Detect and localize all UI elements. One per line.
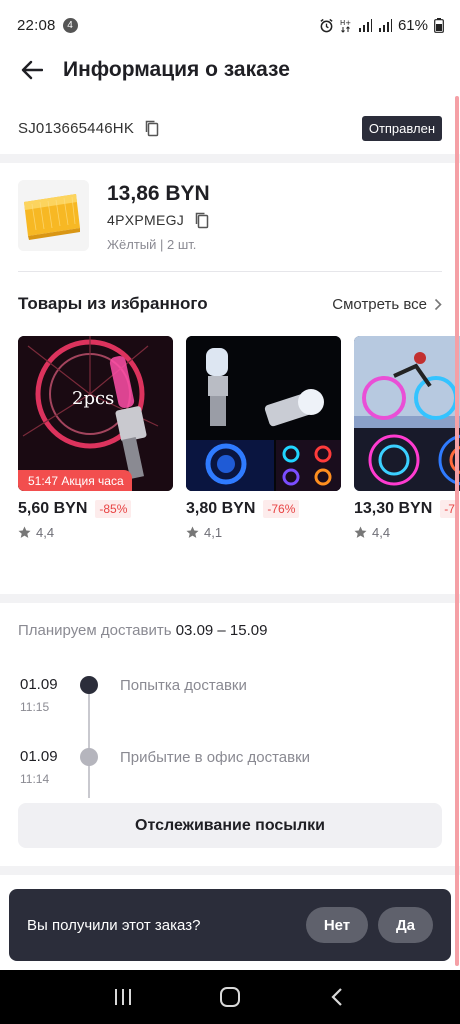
home-button[interactable]	[210, 977, 250, 1017]
product-thumbnail	[18, 180, 89, 251]
led-valve-cap-image	[186, 336, 341, 491]
star-icon	[354, 526, 367, 538]
arrow-left-icon	[21, 60, 43, 80]
card-price: 3,80 BYN	[186, 500, 256, 517]
star-icon	[18, 526, 31, 538]
card-price: 13,30 BYN	[354, 500, 433, 517]
signal-icon	[358, 18, 372, 32]
event-dot-active	[80, 676, 98, 694]
timeline-event: 01.09 11:15 Попытка доставки	[18, 670, 442, 714]
event-text: Прибытие в офис доставки	[120, 749, 311, 766]
event-date: 01.09	[20, 676, 58, 693]
delivery-estimate-dates: 03.09 – 15.09	[175, 622, 268, 639]
received-question: Вы получили этот заказ?	[27, 916, 201, 934]
back-button[interactable]	[18, 56, 46, 84]
product-image	[186, 336, 341, 491]
favorite-card[interactable]: 13,30 BYN -7 4,4	[354, 336, 460, 540]
card-price-row: 13,30 BYN -7	[354, 500, 460, 518]
star-icon	[186, 526, 199, 538]
spoke-light-image	[354, 336, 460, 491]
card-price-row: 3,80 BYN -76%	[186, 500, 341, 518]
top-bar: Информация о заказе	[0, 44, 460, 96]
order-received-prompt: Вы получили этот заказ? Нет Да	[9, 889, 451, 961]
recent-apps-icon	[115, 989, 132, 1005]
no-button[interactable]: Нет	[306, 907, 368, 943]
copy-icon[interactable]	[193, 211, 211, 229]
valve-light-image: 2pcs	[18, 336, 173, 491]
product-sku-row: 4PXPMEGJ	[107, 211, 211, 229]
alarm-icon	[320, 18, 333, 32]
order-number-row: SJ013665446HK Отправлен	[18, 112, 442, 144]
delivery-estimate: Планируем доставить 03.09 – 15.09	[18, 622, 267, 639]
deal-timer-tag: 51:47 Акция часа	[18, 470, 132, 491]
reflective-tape-image	[18, 180, 89, 251]
card-price: 5,60 BYN	[18, 500, 88, 517]
battery-percent: 61%	[397, 16, 428, 34]
discount-badge: -85%	[95, 500, 132, 518]
event-time: 11:14	[20, 772, 50, 786]
tracking-number: SJ013665446HK	[18, 119, 135, 137]
product-price: 13,86 BYN	[107, 182, 210, 205]
favorites-title: Товары из избранного	[18, 294, 208, 313]
ordered-product[interactable]: 13,86 BYN 4PXPMEGJ Жёлтый | 2 шт.	[18, 180, 442, 272]
recent-apps-button[interactable]	[103, 977, 143, 1017]
rating-value: 4,1	[204, 525, 223, 540]
event-date: 01.09	[20, 748, 58, 765]
status-icons: H+ 61%	[319, 17, 444, 34]
order-status-badge: Отправлен	[361, 115, 442, 141]
nav-back-button[interactable]	[317, 977, 357, 1017]
event-text: Попытка доставки	[120, 677, 247, 694]
timeline-event: 01.09 11:14 Прибытие в офис доставки	[18, 742, 442, 786]
favorite-card[interactable]: 3,80 BYN -76% 4,1	[186, 336, 341, 540]
section-divider	[0, 594, 460, 603]
status-time: 22:08	[17, 16, 56, 34]
system-nav-bar	[0, 970, 460, 1024]
discount-badge: -76%	[263, 500, 300, 518]
event-time: 11:15	[20, 700, 50, 714]
yes-button[interactable]: Да	[378, 907, 433, 943]
svg-text:H+: H+	[340, 19, 351, 27]
see-all-label: Смотреть все	[332, 295, 427, 313]
favorites-carousel[interactable]: 2pcs 51:47 Акция часа 5,60 BYN -85% 4,4	[18, 336, 460, 556]
copy-icon[interactable]	[143, 119, 161, 137]
chevron-left-icon	[331, 988, 342, 1006]
section-divider	[0, 154, 460, 163]
event-dot	[80, 748, 98, 766]
notification-count-badge: 4	[62, 17, 78, 33]
rating-value: 4,4	[372, 525, 391, 540]
rating-value: 4,4	[36, 525, 55, 540]
product-image: 2pcs 51:47 Акция часа	[18, 336, 173, 491]
track-package-button[interactable]: Отслеживание посылки	[18, 803, 442, 848]
card-rating: 4,4	[354, 525, 460, 540]
status-bar: 22:08 4 H+ 61%	[0, 0, 460, 50]
product-image	[354, 336, 460, 491]
scroll-indicator	[455, 96, 459, 966]
tracking-timeline: 01.09 11:15 Попытка доставки 01.09 11:14…	[18, 670, 442, 800]
home-icon	[219, 987, 240, 1007]
see-all-link[interactable]: Смотреть все	[332, 296, 442, 313]
chevron-right-icon	[434, 298, 442, 310]
delivery-estimate-label: Планируем доставить	[18, 622, 172, 639]
section-divider	[0, 866, 460, 875]
hplus-data-icon: H+	[340, 19, 351, 33]
card-rating: 4,1	[186, 525, 341, 540]
page-title: Информация о заказе	[63, 58, 290, 81]
image-text: 2pcs	[72, 388, 114, 409]
card-rating: 4,4	[18, 525, 173, 540]
card-price-row: 5,60 BYN -85%	[18, 500, 173, 518]
battery-icon	[434, 17, 444, 33]
product-sku: 4PXPMEGJ	[107, 212, 185, 228]
signal-icon-2	[378, 18, 392, 32]
favorite-card[interactable]: 2pcs 51:47 Акция часа 5,60 BYN -85% 4,4	[18, 336, 173, 540]
product-variant: Жёлтый | 2 шт.	[107, 237, 197, 252]
favorites-header: Товары из избранного Смотреть все	[18, 292, 442, 316]
